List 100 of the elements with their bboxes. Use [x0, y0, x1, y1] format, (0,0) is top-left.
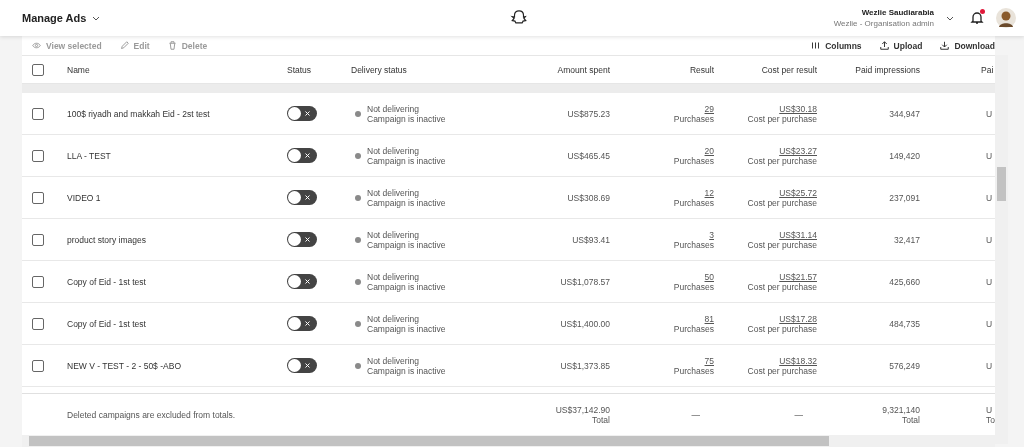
status-toggle[interactable]	[287, 274, 317, 289]
row-checkbox[interactable]	[32, 191, 44, 204]
vertical-scrollbar[interactable]	[995, 55, 1008, 444]
upload-button[interactable]: Upload	[879, 40, 923, 51]
column-header[interactable]: Pai	[981, 64, 994, 75]
column-header[interactable]: Status	[287, 64, 312, 75]
result-link[interactable]: 12	[704, 187, 714, 198]
amount-spent: US$308.69	[567, 192, 610, 203]
total-label: Total	[902, 414, 920, 425]
cost-link[interactable]: US$23.27	[779, 145, 817, 156]
notification-bell-icon[interactable]	[970, 11, 984, 25]
column-header[interactable]: Cost per result	[761, 64, 817, 75]
paid-impressions: 149,420	[889, 150, 920, 161]
cost-link[interactable]: US$31.14	[779, 229, 817, 240]
horizontal-scrollbar[interactable]	[22, 435, 995, 447]
status-toggle[interactable]	[287, 190, 317, 205]
amount-spent: US$1,078.57	[560, 276, 610, 287]
delivery-detail: Campaign is inactive	[367, 239, 446, 250]
paid-impressions: 344,947	[889, 108, 920, 119]
x-icon	[305, 195, 310, 200]
column-header[interactable]: Name	[67, 64, 90, 75]
table-cell: U	[986, 360, 993, 371]
trash-icon	[167, 41, 177, 50]
cost-label: Cost per purchase	[747, 323, 817, 334]
ghost-logo-icon[interactable]	[510, 9, 528, 27]
column-header[interactable]: Delivery status	[351, 64, 407, 75]
status-toggle[interactable]	[287, 148, 317, 163]
row-checkbox[interactable]	[32, 275, 44, 288]
download-button[interactable]: Download	[940, 40, 995, 51]
x-icon	[305, 321, 310, 326]
delivery-detail: Campaign is inactive	[367, 365, 446, 376]
result-link[interactable]: 20	[704, 145, 714, 156]
amount-spent: US$1,373.85	[560, 360, 610, 371]
result-link[interactable]: 29	[704, 103, 714, 114]
amount-spent: US$1,400.00	[560, 318, 610, 329]
chevron-down-icon[interactable]	[946, 15, 954, 21]
result-link[interactable]: 3	[709, 229, 714, 240]
row-checkbox[interactable]	[32, 149, 44, 162]
status-toggle[interactable]	[287, 316, 317, 331]
column-header[interactable]: Amount spent	[557, 64, 610, 75]
x-icon	[305, 363, 310, 368]
result-label: Purchases	[673, 239, 714, 250]
x-icon	[305, 111, 310, 116]
paid-impressions: 32,417	[894, 234, 920, 245]
column-header[interactable]: Paid impressions	[855, 64, 920, 75]
status-dot	[355, 278, 361, 285]
cost-link[interactable]: US$21.57	[779, 271, 817, 282]
amount-spent: US$465.45	[567, 150, 610, 161]
chevron-down-icon[interactable]	[92, 15, 101, 21]
ad-name: product story images	[67, 234, 146, 245]
ad-name: VIDEO 1	[67, 192, 101, 203]
table-cell: U	[986, 276, 993, 287]
amount-spent: US$93.41	[572, 234, 610, 245]
select-all-checkbox[interactable]	[32, 63, 44, 76]
result-link[interactable]: 50	[704, 271, 714, 282]
delivery-detail: Campaign is inactive	[367, 281, 446, 292]
x-icon	[305, 153, 310, 158]
user-name: Wezlie Saudiarabia	[861, 8, 934, 17]
status-toggle[interactable]	[287, 232, 317, 247]
table-cell: U	[986, 192, 993, 203]
cost-link[interactable]: US$18.32	[779, 355, 817, 366]
cost-link[interactable]: US$30.18	[779, 103, 817, 114]
columns-button[interactable]: Columns	[811, 40, 862, 51]
cost-label: Cost per purchase	[747, 197, 817, 208]
row-checkbox[interactable]	[32, 233, 44, 246]
cost-label: Cost per purchase	[747, 365, 817, 376]
row-checkbox[interactable]	[32, 317, 44, 330]
result-label: Purchases	[673, 323, 714, 334]
total-amount: US$37,142.90	[555, 404, 610, 415]
download-icon	[940, 41, 950, 50]
result-link[interactable]: 75	[704, 355, 714, 366]
paid-impressions: 237,091	[889, 192, 920, 203]
ad-name: LLA - TEST	[67, 150, 111, 161]
ad-name: Copy of Eid - 1st test	[67, 276, 146, 287]
total-label: To	[986, 414, 995, 425]
table-cell: U	[986, 234, 993, 245]
table-cell: U	[986, 404, 993, 415]
row-checkbox[interactable]	[32, 107, 44, 120]
delivery-status: Not delivering	[367, 271, 420, 282]
delivery-status: Not delivering	[367, 103, 420, 114]
result-label: Purchases	[673, 281, 714, 292]
avatar-icon[interactable]	[996, 8, 1016, 28]
result-label: Purchases	[673, 365, 714, 376]
x-icon	[305, 279, 310, 284]
page-title: Manage Ads	[22, 12, 87, 24]
cost-link[interactable]: US$17.28	[779, 313, 817, 324]
cost-label: Cost per purchase	[747, 281, 817, 292]
total-label: Total	[592, 414, 610, 425]
amount-spent: US$875.23	[567, 108, 610, 119]
row-checkbox[interactable]	[32, 359, 44, 372]
delivery-status: Not delivering	[367, 145, 420, 156]
status-toggle[interactable]	[287, 358, 317, 373]
table-cell: U	[986, 318, 993, 329]
result-link[interactable]: 81	[704, 313, 714, 324]
column-header[interactable]: Result	[689, 64, 714, 75]
status-toggle[interactable]	[287, 106, 317, 121]
paid-impressions: 425,660	[889, 276, 920, 287]
cost-link[interactable]: US$25.72	[779, 187, 817, 198]
paid-impressions: 484,735	[889, 318, 920, 329]
delivery-status: Not delivering	[367, 355, 420, 366]
